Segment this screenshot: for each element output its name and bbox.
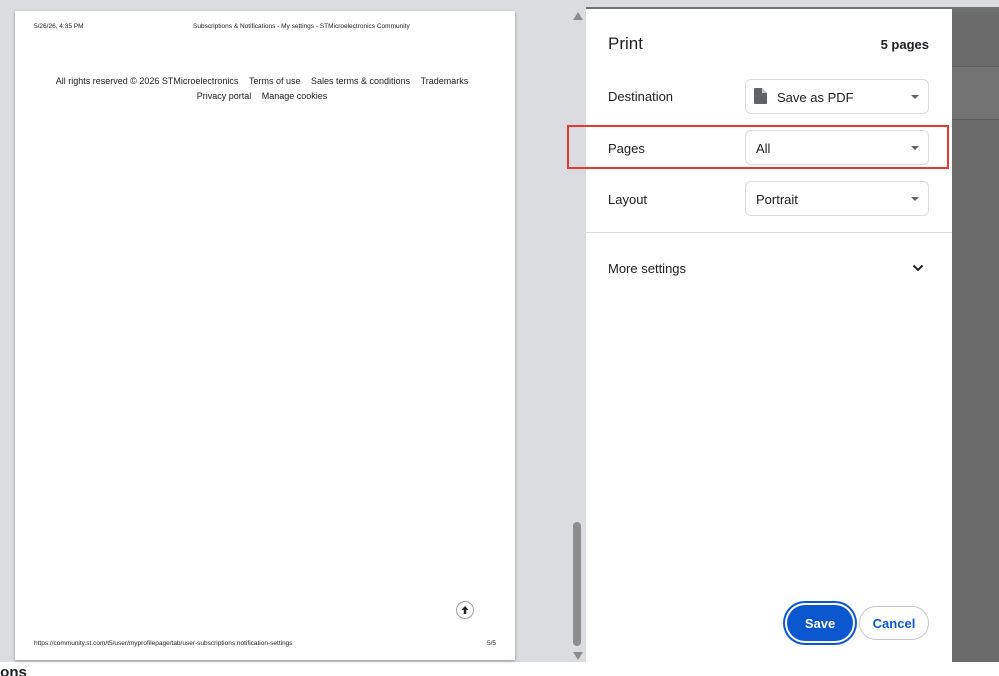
privacy-portal-link: Privacy portal — [196, 91, 252, 101]
scrollbar-thumb[interactable] — [573, 522, 581, 646]
cancel-button[interactable]: Cancel — [859, 606, 929, 640]
print-preview-area[interactable]: 5/26/26, 4:35 PM Subscriptions & Notific… — [0, 7, 586, 662]
scroll-down-arrow-icon[interactable] — [573, 652, 583, 660]
page-header-date: 5/26/26, 4:35 PM — [34, 23, 84, 30]
layout-label: Layout — [608, 192, 648, 207]
print-settings-panel: Print 5 pages Destination Save as PDF Pa… — [567, 9, 952, 662]
save-button[interactable]: Save — [787, 605, 853, 641]
panel-title: Print — [608, 34, 643, 53]
section-divider — [586, 232, 952, 233]
more-settings-toggle[interactable]: More settings — [608, 261, 686, 276]
terms-of-use-link: Terms of use — [248, 76, 301, 86]
page-footer-url: https://community.st.com/t5/user/myprofi… — [34, 640, 293, 647]
chevron-down-icon — [911, 95, 919, 99]
layout-select[interactable]: Portrait — [745, 181, 929, 216]
page-footer-number: 5/5 — [487, 640, 497, 647]
site-footer-links: All rights reserved © 2026 STMicroelectr… — [15, 74, 509, 104]
scroll-up-arrow-icon[interactable] — [573, 12, 583, 20]
pages-highlight-box — [567, 125, 949, 169]
chevron-down-icon[interactable] — [911, 261, 925, 275]
arrow-up-icon — [456, 601, 474, 619]
destination-label: Destination — [608, 89, 674, 104]
preview-page: 5/26/26, 4:35 PM Subscriptions & Notific… — [15, 11, 515, 660]
manage-cookies-link: Manage cookies — [261, 91, 328, 101]
layout-value: Portrait — [756, 192, 798, 207]
background-heading-fragment: ions — [0, 664, 27, 676]
chevron-down-icon — [911, 197, 919, 201]
sales-terms-link: Sales terms & conditions — [311, 76, 411, 86]
copyright-text: All rights reserved © 2026 STMicroelectr… — [55, 76, 239, 86]
destination-value: Save as PDF — [777, 90, 854, 105]
trademarks-link: Trademarks — [420, 76, 469, 86]
destination-select[interactable]: Save as PDF — [745, 79, 929, 114]
page-count: 5 pages — [880, 37, 929, 52]
background-card — [952, 66, 999, 120]
preview-scrollbar[interactable] — [571, 12, 585, 662]
document-icon — [754, 88, 767, 104]
top-strip — [0, 0, 999, 7]
background-page-bottom — [0, 662, 999, 676]
page-header-title: Subscriptions & Notifications - My setti… — [193, 23, 410, 30]
